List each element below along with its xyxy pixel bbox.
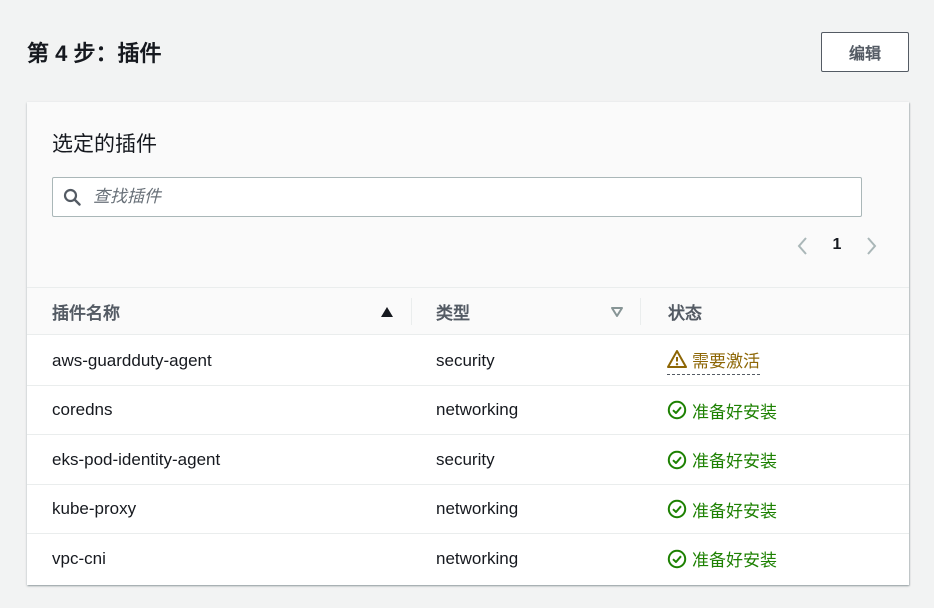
search-icon <box>63 188 81 206</box>
search-box[interactable] <box>52 177 862 217</box>
addon-type: security <box>436 350 495 370</box>
status-text: 准备好安装 <box>692 501 777 521</box>
column-divider[interactable] <box>411 298 412 325</box>
check-circle-icon <box>667 400 687 420</box>
table-row: vpc-cni networking 准备好安装 <box>27 534 909 584</box>
caret-up-filled-icon[interactable] <box>380 306 394 318</box>
chevron-right-icon[interactable] <box>862 235 880 257</box>
chevron-left-icon[interactable] <box>794 235 812 257</box>
status-text: 准备好安装 <box>692 551 777 571</box>
addon-name: kube-proxy <box>52 499 137 519</box>
status-indicator: 准备好安装 <box>667 534 777 583</box>
table-row: eks-pod-identity-agent security 准备好安装 <box>27 435 909 485</box>
status-indicator[interactable]: 需要激活 <box>667 336 760 385</box>
check-circle-icon <box>667 500 687 519</box>
status-indicator: 准备好安装 <box>667 386 777 435</box>
column-header-status: 状态 <box>668 304 702 323</box>
status-indicator: 准备好安装 <box>667 485 777 534</box>
panel-title: 选定的插件 <box>52 133 157 156</box>
caret-down-outline-icon[interactable] <box>610 306 624 318</box>
warning-triangle-icon <box>667 350 687 368</box>
table-header: 插件名称 类型 状态 <box>27 288 909 335</box>
step-title: 第 4 步：插件 <box>27 41 162 66</box>
column-header-addon-name[interactable]: 插件名称 <box>52 288 120 335</box>
column-header-type[interactable]: 类型 <box>436 288 470 335</box>
check-circle-icon <box>667 549 687 569</box>
addon-type: networking <box>436 400 519 420</box>
addon-name: aws-guardduty-agent <box>52 350 212 370</box>
pagination-current-page[interactable]: 1 <box>827 236 847 254</box>
check-circle-icon <box>667 450 687 469</box>
addon-type: networking <box>436 499 519 519</box>
table-row: coredns networking 准备好安装 <box>27 386 909 436</box>
addon-name: coredns <box>52 400 113 420</box>
status-indicator: 准备好安装 <box>667 435 777 484</box>
table-row: aws-guardduty-agent security 需要激活 <box>27 336 909 386</box>
status-text: 准备好安装 <box>692 402 777 422</box>
addon-type: networking <box>436 548 519 568</box>
addon-type: security <box>436 449 495 469</box>
status-text: 准备好安装 <box>692 452 777 472</box>
addon-name: eks-pod-identity-agent <box>52 449 221 469</box>
status-text: 需要激活 <box>692 351 760 371</box>
search-input[interactable] <box>93 178 853 216</box>
addon-name: vpc-cni <box>52 548 106 568</box>
column-divider[interactable] <box>640 298 641 325</box>
edit-button[interactable]: 编辑 <box>821 32 909 72</box>
table-row: kube-proxy networking 准备好安装 <box>27 485 909 535</box>
selected-addons-panel: 选定的插件 1 插件名称 类型 状态 aws-guarddu <box>27 102 909 585</box>
panel-header: 选定的插件 1 <box>27 102 909 288</box>
